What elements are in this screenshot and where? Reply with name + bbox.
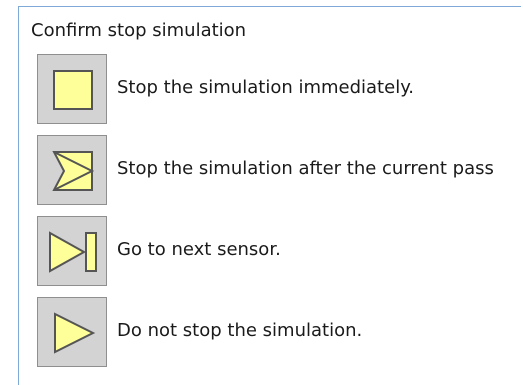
do-not-stop-button[interactable] (37, 297, 107, 367)
option-stop-immediately[interactable]: Stop the simulation immediately. (19, 54, 522, 134)
stop-immediately-label: Stop the simulation immediately. (117, 77, 414, 98)
option-stop-after-pass[interactable]: Stop the simulation after the current pa… (19, 135, 522, 215)
next-sensor-icon (49, 231, 97, 273)
next-sensor-label: Go to next sensor. (117, 239, 281, 260)
do-not-stop-label: Do not stop the simulation. (117, 320, 363, 341)
play-triangle-icon (54, 312, 96, 354)
stop-immediately-button[interactable] (37, 54, 107, 124)
option-next-sensor[interactable]: Go to next sensor. (19, 216, 522, 296)
confirm-stop-dialog: Confirm stop simulation Stop the simulat… (18, 6, 521, 385)
dialog-title: Confirm stop simulation (31, 20, 247, 41)
stop-after-pass-icon (52, 151, 95, 191)
next-sensor-button[interactable] (37, 216, 107, 286)
stop-after-pass-button[interactable] (37, 135, 107, 205)
stop-after-pass-label: Stop the simulation after the current pa… (117, 158, 494, 179)
option-do-not-stop[interactable]: Do not stop the simulation. (19, 297, 522, 377)
stop-square-icon (53, 70, 93, 110)
